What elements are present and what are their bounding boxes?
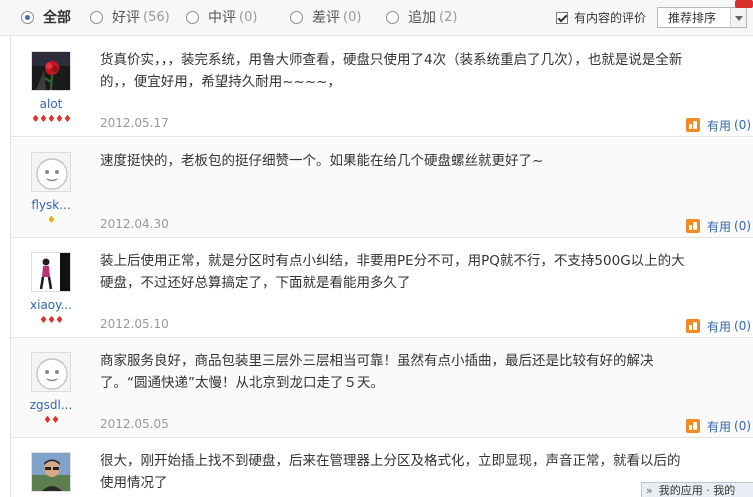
useful-count: (0) (734, 118, 752, 132)
review-text: 很大，刚开始插上找不到硬盘，后来在管理器上分区及格式化，立即显现，声音正常，就看… (100, 453, 681, 491)
radio-all[interactable] (21, 10, 34, 24)
review-username[interactable]: alot (11, 97, 91, 111)
user-level-icon: ♦ (47, 215, 56, 226)
double-chevron-icon[interactable]: » (646, 484, 653, 497)
useful-count: (0) (734, 319, 752, 333)
review-item: zgsdl... ♦♦ 商家服务良好，商品包装里三层外三层相当可靠！虽然有点小插… (11, 338, 753, 438)
default-avatar-icon (32, 153, 70, 191)
avatar[interactable] (31, 252, 71, 292)
review-date: 2012.05.05 (100, 417, 169, 431)
chevron-down-icon[interactable] (730, 8, 746, 27)
review-text: 装上后使用正常，就是分区时有点小纠结，非要用PE分不可，用PQ就不行，不支持50… (100, 253, 685, 291)
my-apps-label: 我的应用 · 我的 (658, 484, 736, 497)
sort-select[interactable]: 推荐排序 (657, 7, 747, 28)
radio-followup[interactable] (386, 10, 399, 24)
filter-negative-label: 差评 (312, 10, 340, 26)
new-badge-icon (735, 0, 753, 8)
filter-followup[interactable]: 追加 (2) (386, 7, 457, 27)
review-text: 速度挺快的，老板包的挺仔细赞一个。如果能在给几个硬盘螺丝就更好了~ (100, 153, 544, 169)
sort-selected-value: 推荐排序 (668, 11, 717, 25)
content-only-checkbox[interactable] (556, 11, 568, 24)
review-date: 2012.05.17 (100, 116, 169, 130)
avatar[interactable] (31, 352, 71, 392)
useful-button[interactable]: 有用 (0) (686, 218, 751, 234)
filter-neutral-label: 中评 (208, 10, 236, 26)
person-photo-icon (32, 253, 70, 291)
review-username[interactable]: flysk... (11, 198, 91, 212)
review-username[interactable]: zgsdl... (11, 398, 91, 412)
my-apps-bar[interactable]: » 我的应用 · 我的 (641, 482, 753, 497)
review-item: flysk... ♦ 速度挺快的，老板包的挺仔细赞一个。如果能在给几个硬盘螺丝就… (11, 138, 753, 238)
review-date: 2012.05.10 (100, 317, 169, 331)
useful-button[interactable]: 有用 (0) (686, 117, 751, 133)
useful-count: (0) (734, 419, 752, 433)
radio-neutral[interactable] (186, 10, 199, 24)
filter-followup-count: (2) (439, 9, 458, 25)
avatar[interactable] (31, 152, 71, 192)
review-filter-bar: 全部 好评 (56) 中评 (0) 差评 (0) 追加 (2) 有内容的评价 推… (0, 0, 753, 36)
radio-positive[interactable] (90, 10, 103, 24)
thumbs-up-icon (686, 219, 700, 233)
review-text: 货真价实，，，装完系统，用鲁大师查看，硬盘只使用了4次（装系统重启了几次），也就… (100, 52, 683, 90)
review-username[interactable]: xiaoy... (11, 298, 91, 312)
content-only-toggle[interactable]: 有内容的评价 (556, 9, 646, 26)
review-item: xiaoy... ♦♦♦ 装上后使用正常，就是分区时有点小纠结，非要用PE分不可… (11, 238, 753, 338)
thumbs-up-icon (686, 118, 700, 132)
man-photo-icon (32, 453, 70, 491)
thumbs-up-icon (686, 419, 700, 433)
filter-neutral[interactable]: 中评 (0) (186, 7, 257, 27)
useful-label: 有用 (707, 319, 732, 334)
filter-positive[interactable]: 好评 (56) (90, 7, 170, 27)
filter-all-label: 全部 (43, 10, 71, 26)
review-date: 2012.04.30 (100, 217, 169, 231)
useful-button[interactable]: 有用 (0) (686, 318, 751, 334)
useful-label: 有用 (707, 219, 732, 234)
review-text: 商家服务良好，商品包装里三层外三层相当可靠！虽然有点小插曲，最后还是比较有好的解… (100, 353, 654, 391)
filter-all[interactable]: 全部 (21, 7, 71, 27)
rose-photo-icon (32, 52, 70, 90)
useful-button[interactable]: 有用 (0) (686, 418, 751, 434)
filter-followup-label: 追加 (408, 10, 436, 26)
avatar[interactable] (31, 51, 71, 91)
filter-negative-count: (0) (343, 9, 362, 25)
user-level-icon: ♦♦♦ (39, 315, 64, 326)
useful-count: (0) (734, 219, 752, 233)
filter-positive-label: 好评 (112, 10, 140, 26)
radio-negative[interactable] (290, 10, 303, 24)
useful-label: 有用 (707, 419, 732, 434)
avatar[interactable] (31, 452, 71, 492)
user-level-icon: ♦♦ (43, 415, 60, 426)
thumbs-up-icon (686, 319, 700, 333)
default-avatar-icon (32, 353, 70, 391)
review-item: alot ♦♦♦♦♦ 货真价实，，，装完系统，用鲁大师查看，硬盘只使用了4次（装… (11, 37, 753, 137)
filter-positive-count: (56) (143, 9, 170, 25)
content-only-label: 有内容的评价 (574, 11, 647, 25)
filter-neutral-count: (0) (239, 9, 258, 25)
filter-negative[interactable]: 差评 (0) (290, 7, 361, 27)
user-level-icon: ♦♦♦♦♦ (31, 114, 72, 125)
useful-label: 有用 (707, 118, 732, 133)
